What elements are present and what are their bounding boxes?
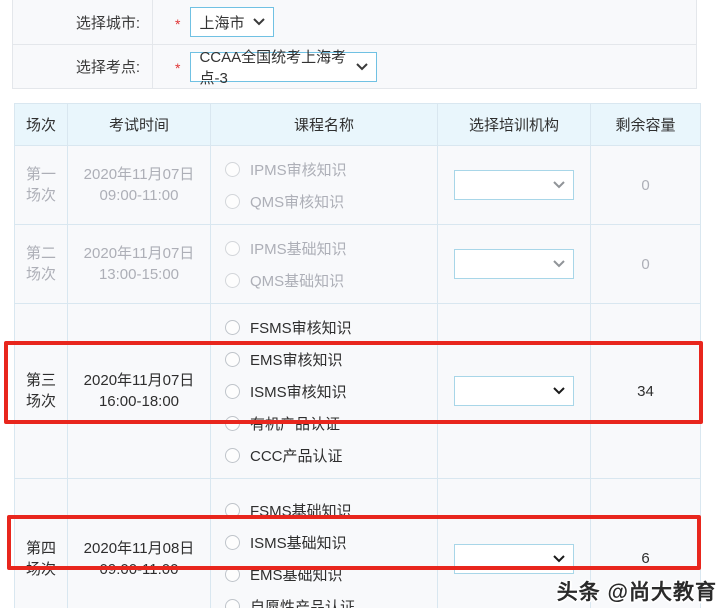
course-radio-option: QMS审核知识 bbox=[225, 185, 437, 217]
exam-date: 2020年11月07日 bbox=[83, 245, 195, 262]
required-asterisk: * bbox=[175, 15, 181, 32]
radio-icon bbox=[225, 161, 240, 177]
exam-time: 16:00-18:00 bbox=[98, 393, 180, 410]
chevron-down-icon bbox=[356, 62, 369, 71]
course-list: IPMS审核知识 QMS审核知识 bbox=[211, 146, 437, 224]
radio-icon[interactable] bbox=[225, 319, 240, 335]
radio-icon[interactable] bbox=[225, 447, 240, 463]
course-label: ISMS审核知识 bbox=[250, 383, 347, 401]
course-radio-option[interactable]: CCC产品认证 bbox=[225, 439, 437, 471]
header-remaining-capacity: 剩余容量 bbox=[590, 103, 701, 146]
radio-icon[interactable] bbox=[225, 383, 240, 399]
chevron-down-icon bbox=[553, 181, 565, 189]
watermark: 头条 @尚大教育 bbox=[556, 581, 717, 604]
session-name: 第一 场次 bbox=[25, 166, 56, 204]
course-radio-option[interactable]: FSMS审核知识 bbox=[225, 311, 437, 343]
city-select[interactable]: 上海市 bbox=[190, 7, 275, 37]
city-select-value: 上海市 bbox=[199, 14, 245, 32]
site-select-value: CCAA全国统考上海考点-3 bbox=[199, 48, 347, 87]
site-field: * CCAA全国统考上海考点-3 bbox=[153, 49, 696, 87]
exam-date: 2020年11月07日 bbox=[83, 372, 195, 389]
course-label: QMS审核知识 bbox=[250, 193, 345, 211]
course-radio-option: QMS基础知识 bbox=[225, 264, 437, 296]
course-radio-option[interactable]: ISMS审核知识 bbox=[225, 375, 437, 407]
capacity-value: 34 bbox=[590, 303, 701, 479]
table-row: 第一 场次 2020年11月07日 09:00-11:00 IPMS审核知识 QMS… bbox=[14, 145, 701, 225]
chevron-down-icon bbox=[553, 554, 565, 563]
header-training-org: 选择培训机构 bbox=[437, 103, 591, 146]
course-radio-option: IPMS审核知识 bbox=[225, 153, 437, 185]
table-row: 第二 场次 2020年11月07日 13:00-15:00 IPMS基础知识 QMS… bbox=[14, 224, 701, 304]
header-session: 场次 bbox=[14, 103, 68, 146]
session-name: 第三 场次 bbox=[25, 372, 56, 410]
course-label: EMS基础知识 bbox=[250, 567, 343, 584]
radio-icon[interactable] bbox=[225, 503, 240, 518]
course-radio-option[interactable]: 自愿性产品认证 bbox=[225, 591, 437, 608]
chevron-down-icon bbox=[553, 260, 565, 268]
course-radio-option: IPMS基础知识 bbox=[225, 232, 437, 264]
training-org-select bbox=[454, 170, 574, 200]
exam-site-form: 选择城市: * 上海市 选择考点: * CCAA全国统考上海考点-3 bbox=[12, 0, 697, 89]
exam-registration-page: 选择城市: * 上海市 选择考点: * CCAA全国统考上海考点-3 场次 考试… bbox=[0, 0, 721, 608]
exam-date: 2020年11月08日 bbox=[83, 539, 195, 557]
site-select[interactable]: CCAA全国统考上海考点-3 bbox=[190, 49, 378, 87]
course-radio-option[interactable]: FSMS基础知识 bbox=[225, 495, 437, 527]
radio-icon[interactable] bbox=[225, 535, 240, 550]
radio-icon[interactable] bbox=[225, 351, 240, 367]
header-exam-time: 考试时间 bbox=[67, 103, 211, 146]
radio-icon[interactable] bbox=[225, 599, 240, 608]
header-course-name: 课程名称 bbox=[210, 103, 438, 146]
exam-time: 09:00-11:00 bbox=[99, 560, 179, 578]
city-field: * 上海市 bbox=[153, 7, 696, 37]
training-org-select[interactable] bbox=[454, 376, 574, 406]
course-label: IPMS基础知识 bbox=[250, 240, 347, 258]
session-name: 第四 场次 bbox=[25, 539, 56, 578]
course-label: FSMS审核知识 bbox=[250, 319, 352, 337]
table-header-row: 场次 考试时间 课程名称 选择培训机构 剩余容量 bbox=[14, 103, 701, 146]
radio-icon bbox=[225, 240, 240, 256]
session-name: 第二 场次 bbox=[25, 245, 56, 283]
course-radio-option[interactable]: EMS审核知识 bbox=[225, 343, 437, 375]
capacity-value: 0 bbox=[590, 145, 701, 225]
course-label: CCC产品认证 bbox=[250, 447, 343, 465]
site-label: 选择考点: bbox=[13, 45, 153, 88]
site-form-row: 选择考点: * CCAA全国统考上海考点-3 bbox=[13, 44, 696, 88]
course-label: 有机产品认证 bbox=[250, 415, 341, 433]
training-org-select[interactable] bbox=[454, 543, 574, 574]
exam-time: 09:00-11:00 bbox=[99, 187, 179, 204]
exam-time: 13:00-15:00 bbox=[98, 266, 180, 283]
course-list: FSMS审核知识 EMS审核知识 ISMS审核知识 有机产品认证 CCC产品认证 bbox=[211, 304, 437, 478]
radio-icon bbox=[225, 193, 240, 209]
training-org-select bbox=[454, 249, 574, 279]
table-row: 第三 场次 2020年11月07日 16:00-18:00 FSMS审核知识 EMS… bbox=[14, 303, 701, 479]
city-label: 选择城市: bbox=[13, 0, 153, 44]
radio-icon[interactable] bbox=[225, 567, 240, 582]
course-radio-option[interactable]: ISMS基础知识 bbox=[225, 527, 437, 559]
required-asterisk: * bbox=[175, 60, 181, 76]
chevron-down-icon bbox=[253, 18, 266, 26]
radio-icon bbox=[225, 272, 240, 288]
sessions-table: 场次 考试时间 课程名称 选择培训机构 剩余容量 第一 场次 2020年11月07… bbox=[14, 103, 701, 608]
course-list: IPMS基础知识 QMS基础知识 bbox=[211, 225, 437, 303]
course-label: 自愿性产品认证 bbox=[250, 599, 356, 608]
radio-icon[interactable] bbox=[225, 415, 240, 431]
course-radio-option[interactable]: 有机产品认证 bbox=[225, 407, 437, 439]
chevron-down-icon bbox=[553, 387, 565, 395]
course-label: FSMS基础知识 bbox=[250, 503, 352, 520]
course-label: ISMS基础知识 bbox=[250, 535, 347, 552]
course-label: IPMS审核知识 bbox=[250, 161, 347, 179]
course-label: QMS基础知识 bbox=[250, 272, 345, 290]
course-label: EMS审核知识 bbox=[250, 351, 343, 369]
city-form-row: 选择城市: * 上海市 bbox=[13, 0, 696, 44]
course-list: FSMS基础知识 ISMS基础知识 EMS基础知识自愿性产品认证 bbox=[211, 488, 437, 608]
course-radio-option[interactable]: EMS基础知识 bbox=[225, 559, 437, 591]
exam-date: 2020年11月07日 bbox=[83, 166, 195, 183]
capacity-value: 0 bbox=[590, 224, 701, 304]
